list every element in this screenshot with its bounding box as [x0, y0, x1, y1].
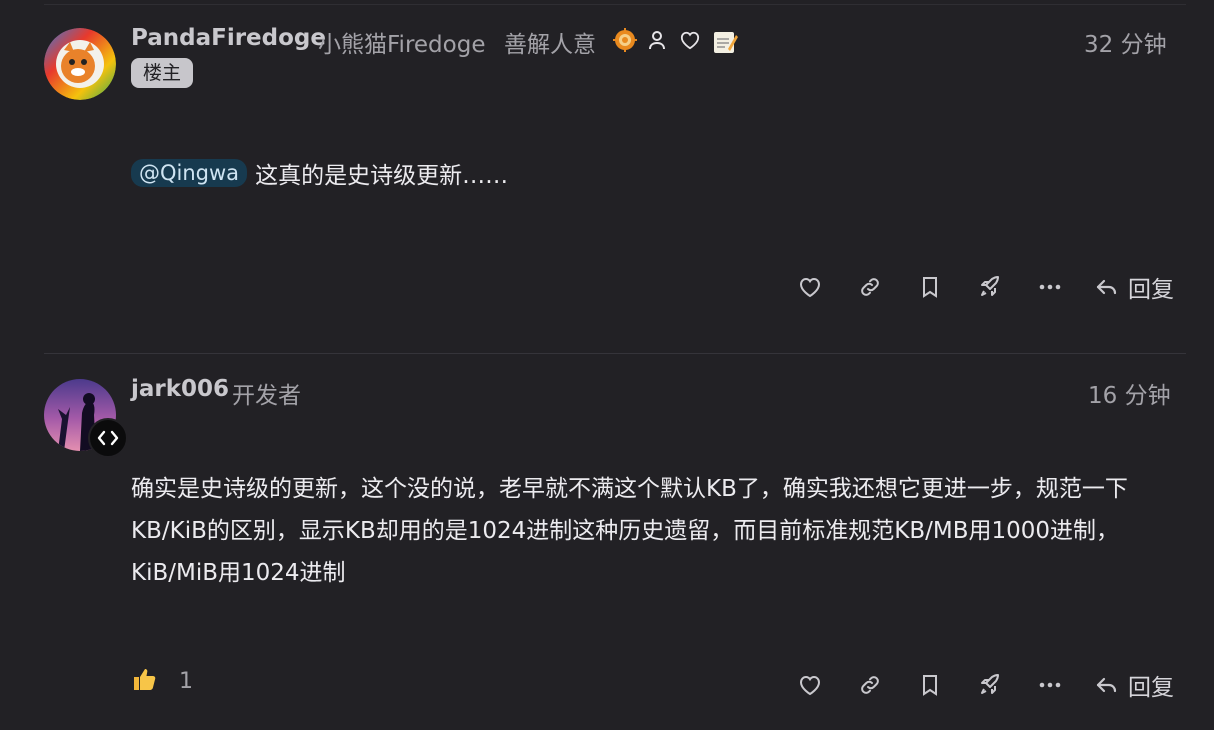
heart-icon — [799, 277, 821, 298]
rocket-icon — [981, 276, 999, 296]
username[interactable]: jark006 — [131, 376, 229, 402]
boost-button[interactable] — [976, 671, 1004, 699]
post-2: jark006 开发者 16 分钟 确实是史诗级的更新，这个没的说，老早就不满这… — [0, 354, 1214, 730]
rocket-icon — [981, 674, 999, 694]
bookmark-icon — [923, 277, 937, 298]
post-body: @Qingwa 这真的是史诗级更新…… — [131, 156, 508, 190]
memo-icon[interactable] — [712, 29, 738, 55]
copy-link-button[interactable] — [856, 273, 884, 301]
post-body: 确实是史诗级的更新，这个没的说，老早就不满这个默认KB了，确实我还想它更进一步，… — [131, 476, 1128, 586]
reply-icon — [1096, 677, 1117, 693]
copy-link-button[interactable] — [856, 671, 884, 699]
op-tag: 楼主 — [131, 58, 194, 88]
link-icon — [861, 278, 879, 296]
post-actions: 回复 — [796, 668, 1174, 702]
post-1: PandaFiredoge 小熊猫Firedoge 善解人意 32 分钟 楼主 … — [0, 0, 1214, 353]
heart-icon[interactable] — [679, 29, 701, 51]
bookmark-button[interactable] — [916, 273, 944, 301]
reply-button[interactable]: 回复 — [1096, 668, 1174, 702]
reaction-count: 1 — [179, 668, 193, 694]
post-time[interactable]: 32 分钟 — [1084, 25, 1167, 59]
boost-button[interactable] — [976, 273, 1004, 301]
more-button[interactable] — [1036, 671, 1064, 699]
bookmark-button[interactable] — [916, 671, 944, 699]
user-title: 善解人意 — [504, 32, 596, 58]
post-actions: 回复 — [796, 270, 1174, 304]
link-icon — [861, 676, 879, 694]
reply-label: 回复 — [1128, 277, 1174, 303]
ellipsis-icon — [1039, 284, 1061, 290]
user-icon[interactable] — [647, 29, 667, 51]
reactions[interactable]: 1 — [131, 666, 193, 696]
bookmark-icon — [923, 675, 937, 696]
reply-label: 回复 — [1128, 675, 1174, 701]
post-time[interactable]: 16 分钟 — [1088, 376, 1171, 410]
display-name: 小熊猫Firedoge — [318, 32, 486, 58]
reply-icon — [1096, 279, 1117, 295]
post-text: 这真的是史诗级更新…… — [255, 163, 509, 189]
gear-icon[interactable] — [613, 28, 637, 52]
username[interactable]: PandaFiredoge — [131, 25, 326, 51]
heart-icon — [799, 675, 821, 696]
user-title: 开发者 — [232, 383, 301, 409]
ellipsis-icon — [1039, 682, 1061, 688]
thumbs-up-icon — [131, 666, 157, 696]
like-button[interactable] — [796, 671, 824, 699]
user-mention[interactable]: @Qingwa — [131, 159, 248, 187]
reply-button[interactable]: 回复 — [1096, 270, 1174, 304]
avatar[interactable] — [44, 28, 116, 100]
like-button[interactable] — [796, 273, 824, 301]
more-button[interactable] — [1036, 273, 1064, 301]
developer-badge-icon — [88, 418, 128, 458]
